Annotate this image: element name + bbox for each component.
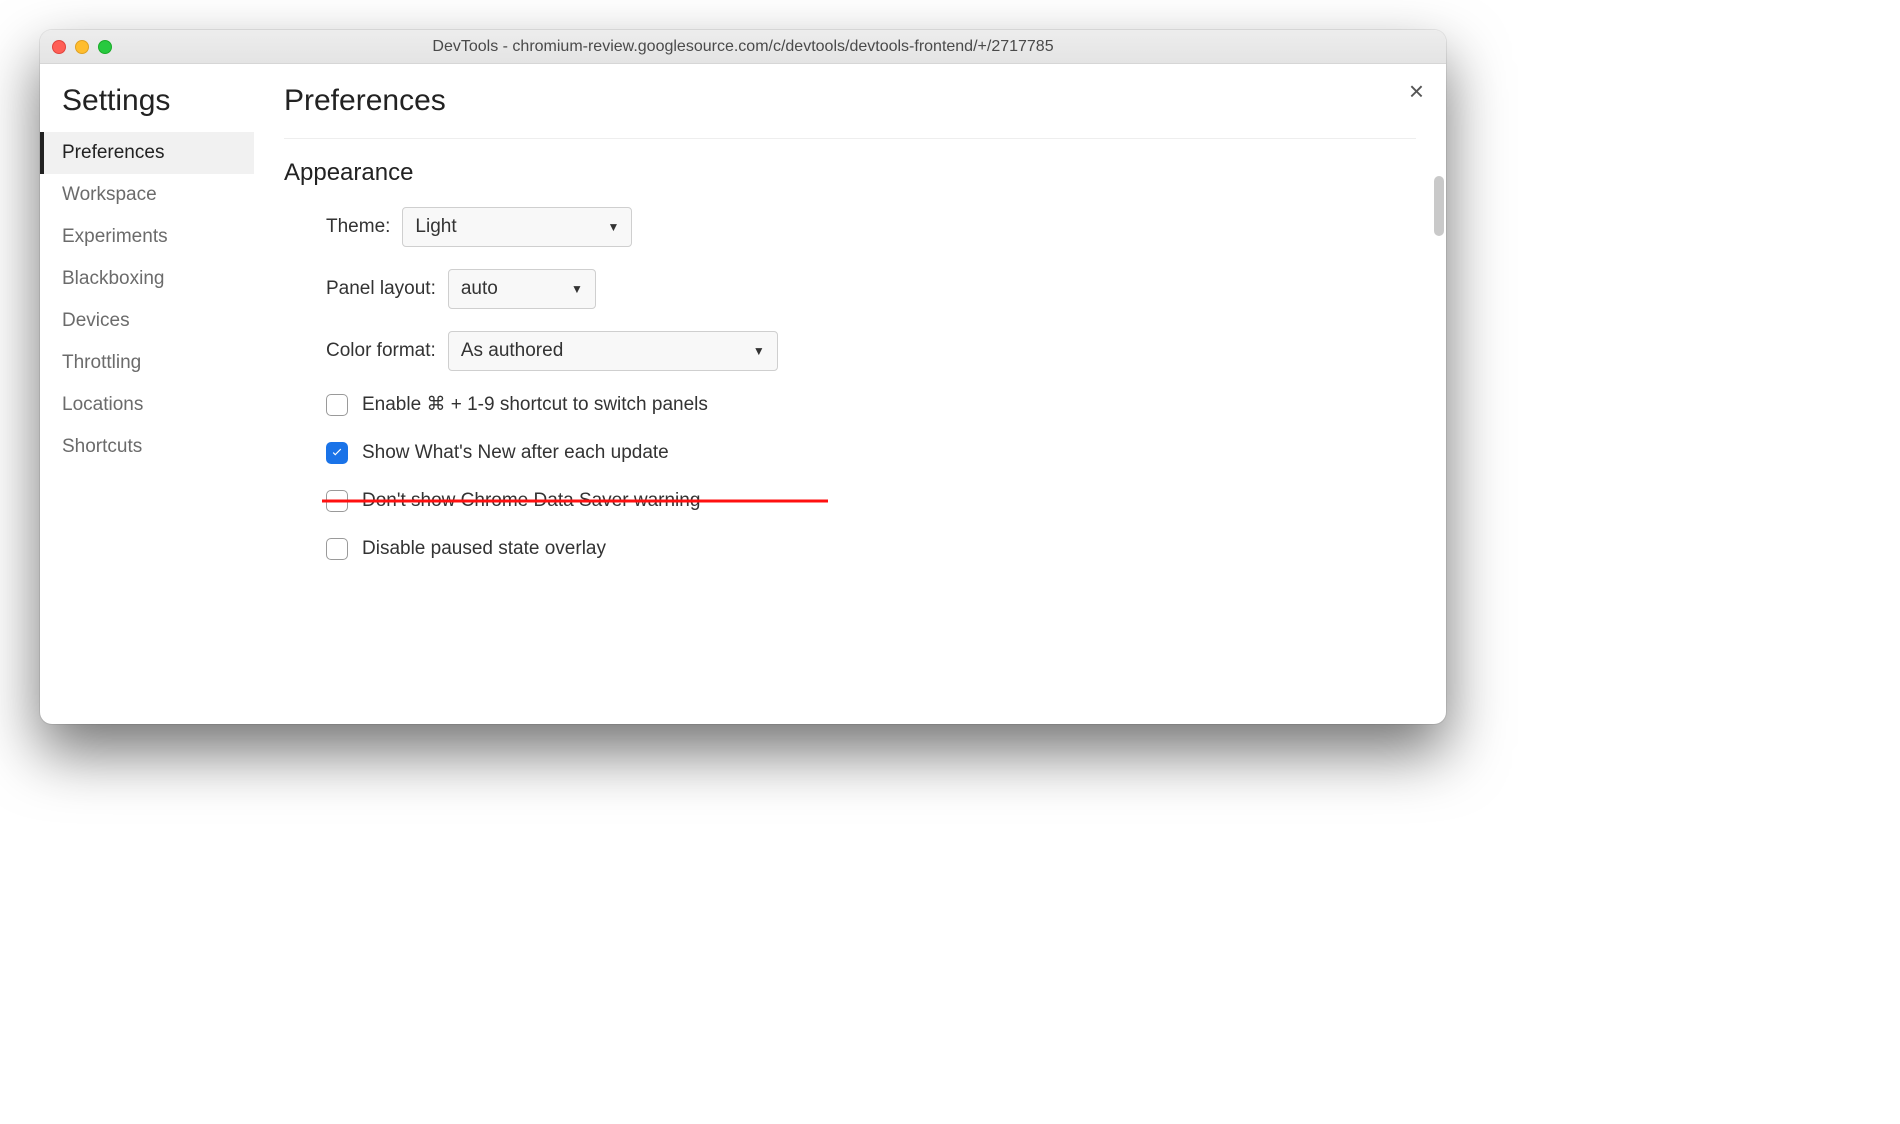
theme-label: Theme: <box>326 216 390 238</box>
section-title-appearance: Appearance <box>284 159 1416 187</box>
theme-select[interactable]: Light ▼ <box>402 207 632 247</box>
disable-paused-checkbox[interactable] <box>326 538 348 560</box>
sidebar-item-shortcuts[interactable]: Shortcuts <box>40 426 254 468</box>
sidebar-item-locations[interactable]: Locations <box>40 384 254 426</box>
sidebar-item-devices[interactable]: Devices <box>40 300 254 342</box>
content: Settings Preferences Workspace Experimen… <box>40 64 1446 724</box>
scrollbar-thumb[interactable] <box>1434 176 1444 236</box>
window-controls <box>52 40 112 54</box>
sidebar-item-preferences[interactable]: Preferences <box>40 132 254 174</box>
sidebar-title: Settings <box>40 84 254 132</box>
strikethrough-annotation <box>322 500 828 503</box>
chevron-down-icon: ▼ <box>608 220 620 234</box>
color-format-label: Color format: <box>326 340 436 362</box>
enable-shortcut-row[interactable]: Enable ⌘ + 1-9 shortcut to switch panels <box>326 393 1416 416</box>
data-saver-row[interactable]: Don't show Chrome Data Saver warning <box>326 490 806 512</box>
enable-shortcut-label: Enable ⌘ + 1-9 shortcut to switch panels <box>362 393 708 416</box>
window-title: DevTools - chromium-review.googlesource.… <box>40 38 1446 56</box>
settings-sidebar: Settings Preferences Workspace Experimen… <box>40 64 254 724</box>
sidebar-item-workspace[interactable]: Workspace <box>40 174 254 216</box>
color-format-select[interactable]: As authored ▼ <box>448 331 778 371</box>
page-title: Preferences <box>284 84 1416 139</box>
panel-layout-row: Panel layout: auto ▼ <box>326 269 1416 309</box>
disable-paused-row[interactable]: Disable paused state overlay <box>326 538 1416 560</box>
whats-new-row[interactable]: Show What's New after each update <box>326 442 1416 464</box>
theme-row: Theme: Light ▼ <box>326 207 1416 247</box>
panel-layout-value: auto <box>461 278 498 300</box>
color-format-row: Color format: As authored ▼ <box>326 331 1416 371</box>
enable-shortcut-checkbox[interactable] <box>326 394 348 416</box>
color-format-value: As authored <box>461 340 563 362</box>
whats-new-label: Show What's New after each update <box>362 442 669 464</box>
disable-paused-label: Disable paused state overlay <box>362 538 606 560</box>
chevron-down-icon: ▼ <box>571 282 583 296</box>
devtools-window: DevTools - chromium-review.googlesource.… <box>40 30 1446 724</box>
whats-new-checkbox[interactable] <box>326 442 348 464</box>
sidebar-item-throttling[interactable]: Throttling <box>40 342 254 384</box>
chevron-down-icon: ▼ <box>753 344 765 358</box>
maximize-window-button[interactable] <box>98 40 112 54</box>
minimize-window-button[interactable] <box>75 40 89 54</box>
sidebar-item-blackboxing[interactable]: Blackboxing <box>40 258 254 300</box>
close-icon[interactable]: × <box>1409 78 1424 104</box>
theme-value: Light <box>415 216 456 238</box>
sidebar-item-experiments[interactable]: Experiments <box>40 216 254 258</box>
main-panel: × Preferences Appearance Theme: Light ▼ … <box>254 64 1446 724</box>
titlebar: DevTools - chromium-review.googlesource.… <box>40 30 1446 64</box>
panel-layout-label: Panel layout: <box>326 278 436 300</box>
panel-layout-select[interactable]: auto ▼ <box>448 269 596 309</box>
close-window-button[interactable] <box>52 40 66 54</box>
